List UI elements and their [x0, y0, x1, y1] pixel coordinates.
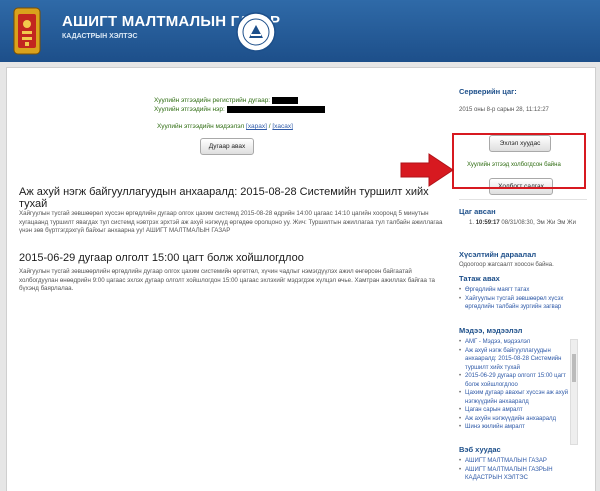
news-body-1: Хайгуулын тусгай зөвшөөрөл хүссэн өргөдл…	[19, 210, 443, 235]
org-subtitle: КАДАСТРЫН ХЭЛТЭС	[62, 33, 138, 40]
news-item[interactable]: Шинэ жилийн амралт	[459, 423, 571, 432]
link-separator: /	[268, 123, 271, 130]
news-heading: Мэдээ, мэдээлэл	[459, 326, 523, 335]
web-links-list: АШИГТ МАЛТМАЛЫН ГАЗАР АШИГТ МАЛТМАЛЫН ГА…	[459, 457, 587, 483]
news-item[interactable]: Цаган сарын амралт	[459, 406, 571, 415]
registration-redacted	[271, 97, 298, 104]
news-body-2: Хайгуулын тусгай зөвшөөрлийн өргөдлийн д…	[19, 268, 435, 293]
main-content: Хуулийн этгээдийн регистрийн дугаар: Хуу…	[7, 68, 447, 491]
agency-seal-icon	[236, 12, 276, 52]
web-link[interactable]: АШИГТ МАЛТМАЛЫН ГАЗАР	[459, 457, 587, 466]
registration-label: Хуулийн этгээдийн регистрийн дугаар:	[154, 97, 271, 105]
news-item[interactable]: АМГ - Мэдээ, мэдээлэл	[459, 338, 571, 347]
download-application-form[interactable]: Өргөдлийн маягт татах	[459, 286, 587, 295]
site-header: АШИГТ МАЛТМАЛЫН ГАЗАР КАДАСТРЫН ХЭЛТЭС	[0, 0, 600, 62]
page-container: Хуулийн этгээдийн регистрийн дугаар: Хуу…	[6, 67, 596, 491]
entity-name-line: Хуулийн этгээдийн нэр:	[154, 106, 325, 113]
time-taken-details: 08/31/08:30, Эм Жи Эм Жи	[501, 220, 576, 226]
entity-info-label: Хуулийн этгээдийн мэдээлэл	[157, 123, 245, 130]
red-arrow-icon	[400, 153, 454, 187]
news-title-1: Аж ахуй нэгж байгууллагуудын анхааралд: …	[19, 186, 429, 210]
entity-name-redacted	[226, 106, 325, 113]
news-scrollbar[interactable]	[570, 339, 578, 445]
download-area-template[interactable]: Хайгуулын тусгай зөвшөөрөл хүсэх өргөдли…	[459, 295, 587, 312]
time-taken-index: 1.	[469, 220, 475, 226]
queue-heading: Хүсэлтийн дараалал	[459, 250, 537, 259]
view-info-link[interactable]: [харах]	[246, 123, 267, 130]
entity-name-label: Хуулийн этгээдийн нэр:	[154, 106, 225, 114]
news-item[interactable]: Аж ахуйн нэгжүүдийн анхааралд	[459, 415, 571, 424]
time-taken-time: 10:59:17	[475, 220, 500, 226]
divider	[459, 199, 587, 200]
downloads-list: Өргөдлийн маягт татах Хайгуулын тусгай з…	[459, 286, 587, 312]
time-taken-heading: Цаг авсан	[459, 207, 496, 216]
news-item[interactable]: Аж ахуй нэгж байгууллагуудын анхааралд: …	[459, 347, 571, 373]
time-taken-entry: 1. 10:59:17 08/31/08:30, Эм Жи Эм Жи	[469, 219, 581, 228]
server-time-value: 2015 оны 8-р сарын 28, 11:12:27	[459, 107, 549, 113]
registration-line: Хуулийн этгээдийн регистрийн дугаар:	[154, 97, 298, 104]
web-link[interactable]: АШИГТ МАЛТМАЛЫН ГАЗРЫН КАДАСТРЫН ХЭЛТЭС	[459, 466, 587, 483]
highlight-box	[452, 133, 586, 189]
queue-status: Одоогоор жагсаалт хоосон байна.	[459, 262, 554, 268]
server-time-heading: Серверийн цаг:	[459, 87, 517, 96]
news-item[interactable]: 2015-06-29 дугаар олголт 15:00 цагт болж…	[459, 372, 571, 389]
remove-info-link[interactable]: [хасах]	[272, 123, 293, 130]
get-number-button[interactable]: Дугаар авах	[200, 138, 254, 155]
downloads-heading: Татаж авах	[459, 274, 500, 283]
entity-info-line: Хуулийн этгээдийн мэдээлэл [харах] / [ха…	[157, 123, 293, 130]
news-title-2: 2015-06-29 дугаар олголт 15:00 цагт болж…	[19, 252, 304, 264]
news-scrollbar-thumb[interactable]	[572, 354, 576, 382]
news-list: АМГ - Мэдээ, мэдээлэл Аж ахуй нэгж байгу…	[459, 338, 571, 442]
mongolia-emblem-icon	[13, 7, 41, 55]
news-item[interactable]: Цахим дугаар авахыг хүссэн аж ахуй нэгжү…	[459, 389, 571, 406]
web-pages-heading: Вэб хуудас	[459, 445, 501, 454]
